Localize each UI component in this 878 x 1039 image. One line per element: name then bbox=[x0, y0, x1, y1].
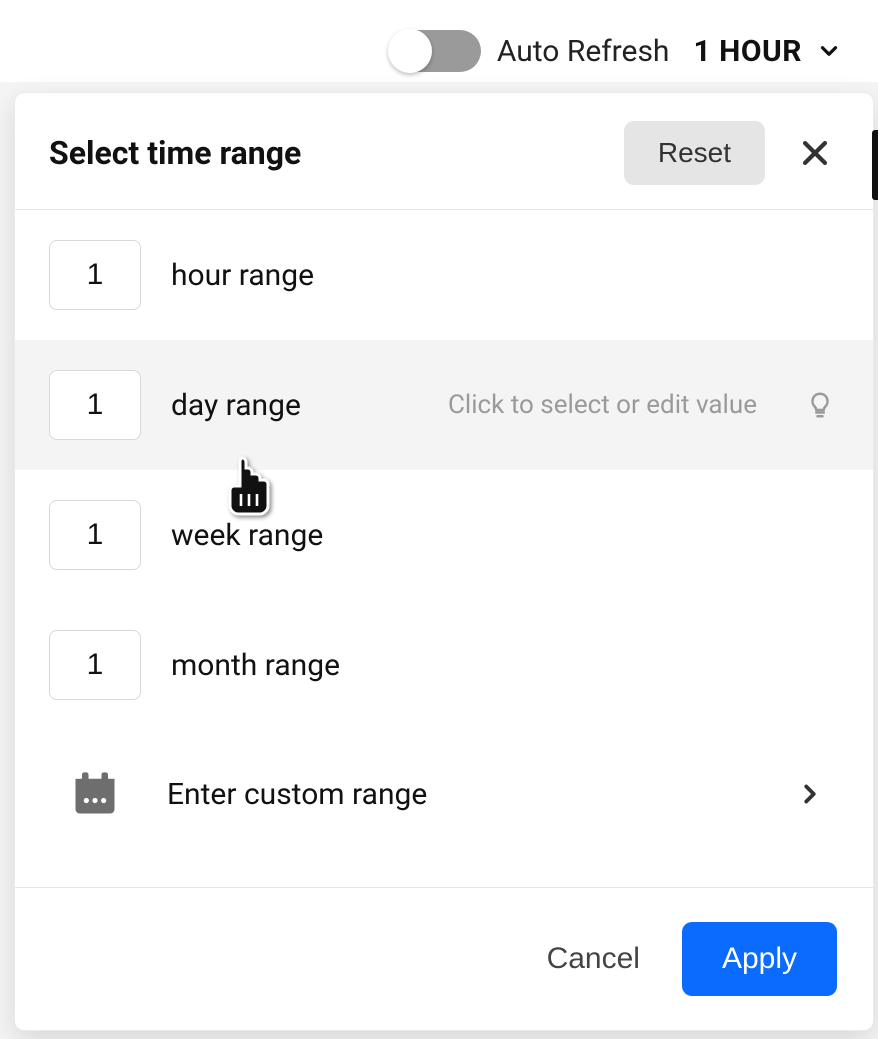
range-row-label: week range bbox=[171, 518, 323, 553]
week-count-input[interactable] bbox=[49, 500, 141, 570]
month-count-input[interactable] bbox=[49, 630, 141, 700]
auto-refresh-toggle[interactable] bbox=[389, 30, 481, 72]
close-button[interactable] bbox=[791, 129, 839, 177]
cancel-button[interactable]: Cancel bbox=[541, 934, 646, 984]
dialog-footer: Cancel Apply bbox=[15, 887, 873, 1030]
range-row-hour[interactable]: hour range bbox=[15, 210, 873, 340]
range-row-day[interactable]: day range Click to select or edit value bbox=[15, 340, 873, 470]
background-edge-accent bbox=[872, 130, 878, 200]
range-row-label: hour range bbox=[171, 258, 314, 293]
bulb-icon bbox=[805, 388, 839, 422]
range-row-label: month range bbox=[171, 648, 340, 683]
range-row-custom[interactable]: Enter custom range bbox=[15, 730, 873, 864]
time-range-dialog: Select time range Reset hour range day r… bbox=[14, 92, 874, 1031]
time-range-selected: 1 HOUR bbox=[693, 34, 802, 69]
calendar-icon bbox=[69, 768, 121, 820]
auto-refresh-toggle-group: Auto Refresh bbox=[389, 30, 670, 72]
close-icon bbox=[798, 136, 832, 170]
reset-button[interactable]: Reset bbox=[624, 121, 765, 185]
range-row-hint: Click to select or edit value bbox=[448, 390, 757, 420]
auto-refresh-label: Auto Refresh bbox=[497, 34, 670, 69]
chevron-down-icon bbox=[816, 38, 842, 64]
hour-count-input[interactable] bbox=[49, 240, 141, 310]
chevron-right-icon bbox=[795, 779, 825, 809]
top-bar: Auto Refresh 1 HOUR bbox=[0, 0, 878, 82]
dialog-header: Select time range Reset bbox=[15, 93, 873, 210]
custom-range-label: Enter custom range bbox=[167, 777, 749, 812]
range-row-month[interactable]: month range bbox=[15, 600, 873, 730]
time-range-dropdown[interactable]: 1 HOUR bbox=[693, 34, 848, 69]
day-count-input[interactable] bbox=[49, 370, 141, 440]
range-row-label: day range bbox=[171, 388, 301, 423]
range-rows: hour range day range Click to select or … bbox=[15, 210, 873, 887]
range-row-week[interactable]: week range bbox=[15, 470, 873, 600]
dialog-title: Select time range bbox=[49, 134, 624, 172]
apply-button[interactable]: Apply bbox=[682, 922, 837, 996]
